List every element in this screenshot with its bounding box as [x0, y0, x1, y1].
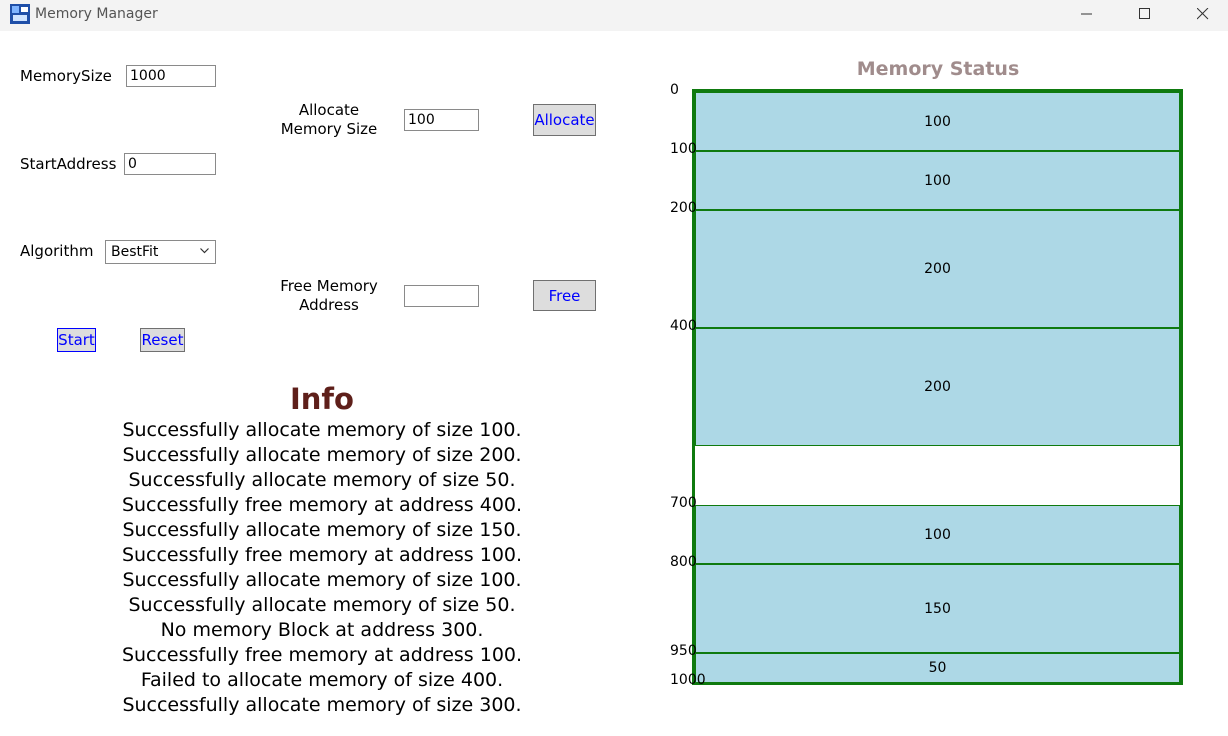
- address-label: 950: [670, 643, 697, 659]
- window-title: Memory Manager: [35, 6, 158, 22]
- address-label: 400: [670, 318, 697, 334]
- minimize-button[interactable]: [1058, 0, 1116, 28]
- memory-block: 100: [695, 505, 1180, 564]
- free-address-label: Free Memory Address: [270, 277, 388, 315]
- allocate-size-input[interactable]: [404, 109, 479, 131]
- reset-button[interactable]: Reset: [140, 328, 185, 352]
- allocate-button[interactable]: Allocate: [533, 104, 596, 136]
- memory-map: 100 100 200 200 100 150 50: [692, 89, 1183, 685]
- start-button[interactable]: Start: [57, 328, 96, 352]
- memory-block: 100: [695, 151, 1180, 210]
- info-message: Successfully free memory at address 100.: [121, 644, 523, 666]
- free-label-line2: Address: [299, 296, 359, 314]
- info-log: Successfully allocate memory of size 100…: [92, 418, 552, 718]
- free-address-input[interactable]: [404, 285, 479, 307]
- memory-block: 50: [695, 653, 1180, 683]
- info-message: Successfully allocate memory of size 300…: [122, 694, 522, 716]
- memory-manager-window: Memory Manager MemorySize StartAddress A…: [0, 0, 1228, 736]
- info-message: Failed to allocate memory of size 400.: [140, 669, 504, 691]
- chevron-down-icon: [200, 248, 209, 254]
- allocate-size-label: Allocate Memory Size: [270, 101, 388, 139]
- info-message: Successfully free memory at address 400.: [121, 494, 523, 516]
- info-message: Successfully free memory at address 100.: [121, 544, 523, 566]
- allocate-label-line2: Memory Size: [280, 120, 378, 138]
- info-message: No memory Block at address 300.: [160, 619, 484, 641]
- start-address-input[interactable]: [124, 153, 216, 175]
- address-label: 1000: [670, 672, 706, 688]
- memory-block: 200: [695, 210, 1180, 328]
- close-button[interactable]: [1174, 0, 1228, 28]
- minimize-icon: [1081, 13, 1092, 15]
- memory-size-label: MemorySize: [20, 67, 112, 85]
- address-label: 700: [670, 495, 697, 511]
- memory-size-input[interactable]: [126, 65, 216, 87]
- app-icon: [10, 4, 30, 24]
- info-message: Successfully allocate memory of size 50.: [128, 469, 516, 491]
- algorithm-label: Algorithm: [20, 242, 94, 260]
- memory-status-title: Memory Status: [856, 58, 1020, 80]
- close-icon: [1197, 8, 1209, 20]
- allocate-label-line1: Allocate: [298, 101, 360, 119]
- info-title: Info: [290, 382, 354, 416]
- algorithm-select[interactable]: BestFit: [105, 240, 216, 264]
- info-message: Successfully allocate memory of size 200…: [122, 444, 522, 466]
- start-address-label: StartAddress: [20, 155, 117, 173]
- info-message: Successfully allocate memory of size 100…: [122, 419, 522, 441]
- address-label: 100: [670, 141, 697, 157]
- info-message: Successfully allocate memory of size 100…: [122, 569, 522, 591]
- info-message: Successfully allocate memory of size 150…: [122, 519, 522, 541]
- info-message: Successfully allocate memory of size 50.: [128, 594, 516, 616]
- free-label-line1: Free Memory: [280, 277, 378, 295]
- address-label: 200: [670, 200, 697, 216]
- memory-block: 150: [695, 564, 1180, 653]
- algorithm-selected-value: BestFit: [111, 244, 159, 260]
- maximize-icon: [1139, 8, 1150, 19]
- free-button[interactable]: Free: [533, 280, 596, 311]
- title-bar: Memory Manager: [0, 0, 1228, 31]
- memory-block: 200: [695, 328, 1180, 446]
- address-label: 800: [670, 554, 697, 570]
- maximize-button[interactable]: [1116, 0, 1174, 28]
- address-label: 0: [670, 82, 679, 98]
- memory-block: 100: [695, 92, 1180, 151]
